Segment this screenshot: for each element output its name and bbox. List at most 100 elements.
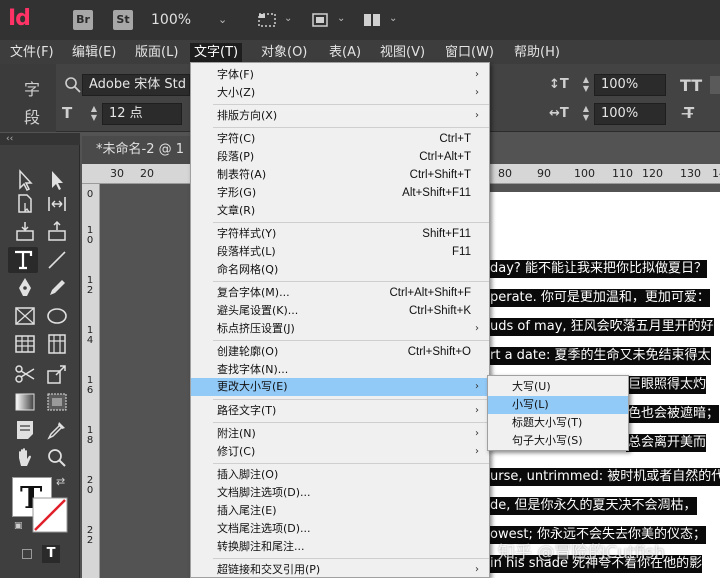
gradient-feather-tool-icon[interactable]	[44, 389, 70, 415]
horizontal-scale-field[interactable]: 100%	[594, 103, 666, 125]
menu-item-composite-fonts[interactable]: 复合字体(M)... Ctrl+Alt+Shift+F	[191, 284, 489, 302]
menu-object[interactable]: 对象(O)	[257, 43, 311, 63]
horizontal-scale-stepper[interactable]: ▲ ▼	[580, 104, 592, 124]
menu-item-character[interactable]: 字符(C) Ctrl+T	[191, 130, 489, 148]
menu-item-paragraph-styles[interactable]: 段落样式(L) F11	[191, 243, 489, 261]
vertical-scale-field[interactable]: 100%	[594, 74, 666, 96]
menu-window[interactable]: 窗口(W)	[441, 43, 498, 63]
selection-tool-icon[interactable]	[12, 167, 38, 193]
menu-item-type-on-path[interactable]: 路径文字(T) ›	[191, 402, 489, 420]
menu-item-hyperlinks[interactable]: 超链接和交叉引用(P) ›	[191, 561, 489, 578]
rectangle-frame-tool-icon[interactable]	[12, 303, 38, 329]
pencil-tool-icon[interactable]	[44, 275, 70, 301]
submenu-item-uppercase[interactable]: 大写(U)	[488, 378, 628, 396]
vertical-grid-tool-icon[interactable]	[44, 331, 70, 357]
text-line[interactable]: rt a date: 夏季的生命又未免结束得太	[488, 347, 711, 365]
submenu-item-lowercase[interactable]: 小写(L)	[488, 396, 628, 414]
menu-item-size[interactable]: 大小(Z) ›	[191, 84, 489, 102]
gradient-swatch-tool-icon[interactable]	[12, 389, 38, 415]
formatting-container-icon[interactable]	[22, 549, 32, 559]
content-collector-icon[interactable]	[12, 219, 38, 245]
menu-item-endnote-options[interactable]: 文档尾注选项(D)...	[191, 520, 489, 538]
menu-layout[interactable]: 版面(L)	[131, 43, 182, 63]
ellipse-tool-icon[interactable]	[44, 303, 70, 329]
text-line[interactable]: perate. 你可是更加温和，更加可爱：	[488, 289, 710, 307]
hand-tool-icon[interactable]	[12, 445, 38, 471]
arrange-documents-dropdown-icon[interactable]: ⌄	[389, 13, 397, 24]
menu-item-kinsoku-set[interactable]: 避头尾设置(K)... Ctrl+Shift+K	[191, 302, 489, 320]
zoom-level[interactable]: 100%	[151, 12, 191, 28]
text-line[interactable]: de, 但是你永久的夏天决不会凋枯，	[488, 497, 697, 515]
menu-item-insert-footnote[interactable]: 插入脚注(O)	[191, 466, 489, 484]
stroke-swatch[interactable]	[32, 497, 68, 533]
type-tool-selected[interactable]	[8, 247, 38, 273]
zoom-tool-icon[interactable]	[44, 445, 70, 471]
submenu-item-title-case[interactable]: 标题大小写(T)	[488, 414, 628, 432]
line-tool-icon[interactable]	[44, 247, 70, 273]
content-placer-icon[interactable]	[44, 219, 70, 245]
swap-fill-stroke-icon[interactable]: ⇄	[56, 475, 65, 488]
menu-item-footnote-options[interactable]: 文档脚注选项(D)...	[191, 484, 489, 502]
font-size-field[interactable]: 12 点	[102, 103, 182, 125]
menu-item-named-grids[interactable]: 命名网格(Q)	[191, 261, 489, 279]
menu-file[interactable]: 文件(F)	[6, 43, 58, 63]
default-fill-stroke-icon[interactable]: ▣	[14, 521, 23, 531]
text-line[interactable]: urse, untrimmed: 被时机或者自然的代	[488, 468, 720, 486]
formatting-text-toggle-icon[interactable]: T	[42, 545, 60, 563]
screen-mode-icon[interactable]	[310, 11, 330, 29]
menu-item-paragraph[interactable]: 段落(P) Ctrl+Alt+T	[191, 148, 489, 166]
text-line[interactable]: 巨眼照得太灼	[626, 376, 707, 394]
menu-item-change-case[interactable]: 更改大小写(E) ›	[191, 378, 489, 396]
note-tool-icon[interactable]	[12, 417, 38, 443]
menu-item-label: 插入尾注(E)	[217, 504, 277, 517]
bridge-button[interactable]: Br	[73, 10, 93, 30]
menu-item-font[interactable]: 字体(F) ›	[191, 66, 489, 84]
menu-item-tabs[interactable]: 制表符(A) Ctrl+Shift+T	[191, 166, 489, 184]
menu-view[interactable]: 视图(V)	[376, 43, 429, 63]
table-tool-icon[interactable]	[12, 331, 38, 357]
free-transform-tool-icon[interactable]	[44, 361, 70, 387]
tools-panel-collapse[interactable]: ‹‹	[0, 133, 80, 145]
text-line[interactable]: day? 能不能让我来把你比拟做夏日？	[488, 260, 707, 278]
view-options-icon[interactable]	[257, 11, 277, 29]
menu-table[interactable]: 表(A)	[325, 43, 365, 63]
vertical-scale-stepper[interactable]: ▲ ▼	[580, 75, 592, 95]
character-mode-button[interactable]: 字	[24, 76, 40, 100]
text-line[interactable]: 色也会被遮暗；	[626, 405, 720, 423]
submenu-item-sentence-case[interactable]: 句子大小写(S)	[488, 432, 628, 450]
page-tool-icon[interactable]	[12, 191, 38, 217]
menu-item-notes[interactable]: 附注(N) ›	[191, 425, 489, 443]
menu-edit[interactable]: 编辑(E)	[68, 43, 120, 63]
menu-item-convert-notes[interactable]: 转换脚注和尾注...	[191, 538, 489, 556]
text-line[interactable]: 总会离开美而	[626, 434, 707, 452]
stock-button[interactable]: St	[113, 10, 133, 30]
menu-item-create-outlines[interactable]: 创建轮廓(O) Ctrl+Shift+O	[191, 343, 489, 361]
text-line[interactable]: uds of may, 狂风会吹落五月里开的好	[488, 318, 714, 336]
menu-item-track-changes[interactable]: 修订(C) ›	[191, 443, 489, 461]
pen-tool-icon[interactable]	[12, 275, 38, 301]
arrange-documents-icon[interactable]	[362, 11, 382, 29]
font-size-stepper[interactable]: ▲ ▼	[88, 104, 100, 124]
view-options-dropdown-icon[interactable]: ⌄	[284, 13, 292, 24]
zoom-dropdown-icon[interactable]: ⌄	[218, 13, 227, 26]
all-caps-icon[interactable]: TT	[680, 76, 702, 95]
document-tab[interactable]: *未命名-2 @ 1	[82, 136, 202, 164]
strikethrough-icon[interactable]: T̶	[684, 104, 694, 122]
menu-help[interactable]: 帮助(H)	[510, 43, 564, 63]
font-family-field[interactable]: Adobe 宋体 Std	[82, 74, 190, 96]
menu-type[interactable]: 文字(T)	[190, 43, 243, 63]
scissors-tool-icon[interactable]	[12, 361, 38, 387]
menu-item-find-font[interactable]: 查找字体(N)...	[191, 361, 489, 379]
direct-selection-tool-icon[interactable]	[44, 167, 70, 193]
menu-item-glyphs[interactable]: 字形(G) Alt+Shift+F11	[191, 184, 489, 202]
superscript-icon[interactable]	[710, 74, 720, 96]
screen-mode-dropdown-icon[interactable]: ⌄	[337, 13, 345, 24]
menu-item-type-orientation[interactable]: 排版方向(X) ›	[191, 107, 489, 125]
menu-item-mojikumi-set[interactable]: 标点挤压设置(J) ›	[191, 320, 489, 338]
menu-item-story[interactable]: 文章(R)	[191, 202, 489, 220]
gap-tool-icon[interactable]	[44, 191, 70, 217]
menu-item-insert-endnote[interactable]: 插入尾注(E)	[191, 502, 489, 520]
menu-item-character-styles[interactable]: 字符样式(Y) Shift+F11	[191, 225, 489, 243]
paragraph-mode-button[interactable]: 段	[24, 104, 40, 128]
eyedropper-tool-icon[interactable]	[44, 417, 70, 443]
